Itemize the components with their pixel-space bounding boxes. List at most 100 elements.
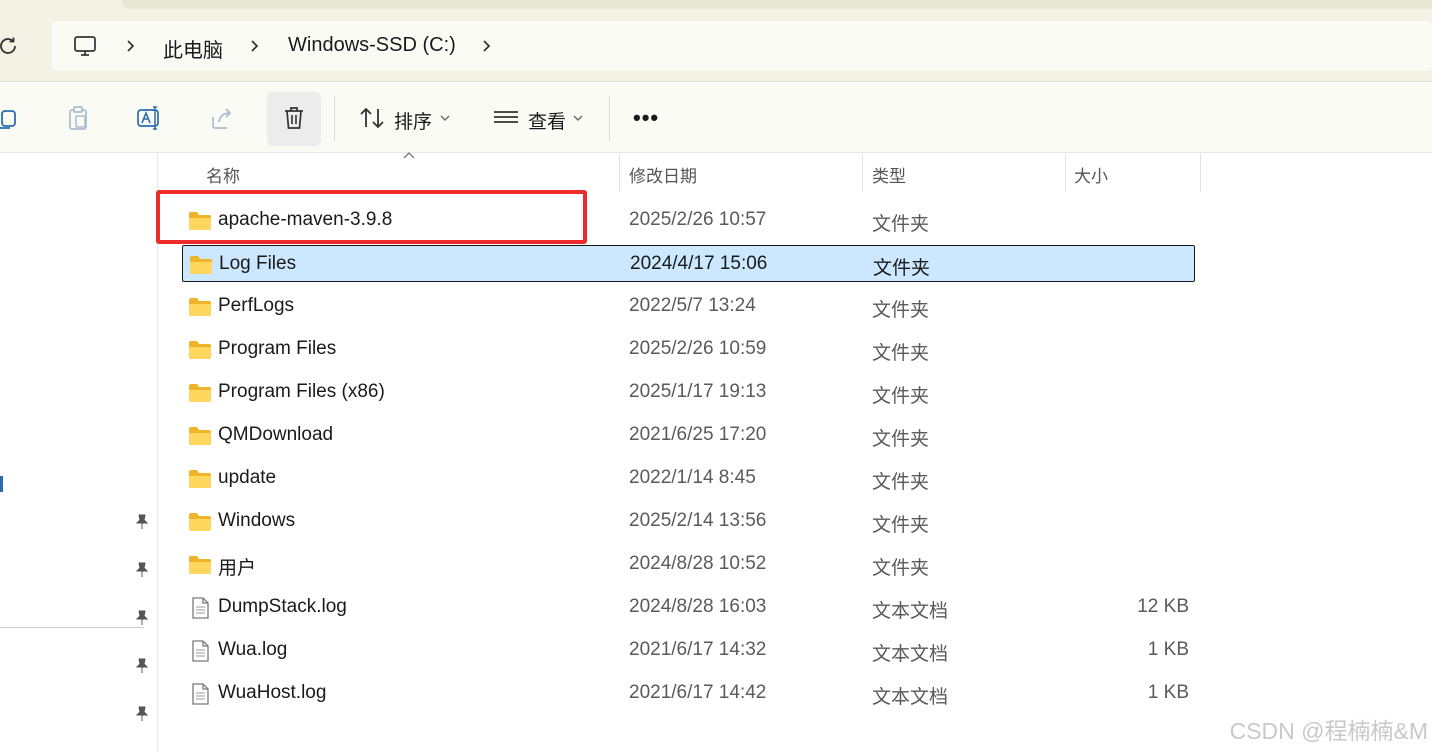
folder-icon bbox=[188, 296, 212, 318]
nav-selection-indicator bbox=[0, 476, 3, 492]
view-icon[interactable] bbox=[491, 103, 521, 133]
tab-strip bbox=[122, 0, 1432, 9]
folder-icon bbox=[188, 511, 212, 533]
file-row[interactable]: QMDownload 2021/6/25 17:20 文件夹 bbox=[182, 417, 1195, 454]
file-row[interactable]: Windows 2025/2/14 13:56 文件夹 bbox=[182, 503, 1195, 540]
file-modified-date: 2024/8/28 16:03 bbox=[629, 596, 767, 617]
watermark: CSDN @程楠楠&M bbox=[1229, 718, 1428, 744]
view-button[interactable]: 查看 bbox=[528, 107, 566, 134]
toolbar-divider bbox=[609, 97, 610, 141]
folder-icon bbox=[188, 339, 212, 361]
file-modified-date: 2025/2/26 10:59 bbox=[629, 338, 767, 359]
file-name: Wua.log bbox=[218, 639, 288, 660]
text-file-icon bbox=[188, 683, 212, 705]
sort-button[interactable]: 排序 bbox=[394, 107, 432, 134]
file-modified-date: 2024/4/17 15:06 bbox=[630, 253, 768, 274]
file-type: 文件夹 bbox=[872, 472, 930, 493]
file-type: 文本文档 bbox=[872, 687, 949, 708]
title-area: 此电脑 Windows-SSD (C:) bbox=[0, 0, 1432, 82]
chevron-right-icon[interactable] bbox=[478, 36, 496, 56]
file-type: 文件夹 bbox=[872, 214, 930, 235]
file-modified-date: 2021/6/17 14:42 bbox=[629, 682, 767, 703]
pin-icon[interactable] bbox=[133, 561, 151, 579]
folder-icon bbox=[189, 254, 213, 276]
file-modified-date: 2022/1/14 8:45 bbox=[629, 467, 756, 488]
column-divider[interactable] bbox=[619, 154, 620, 192]
file-name: 用户 bbox=[218, 558, 257, 579]
pin-icon[interactable] bbox=[133, 705, 151, 723]
column-header-type[interactable]: 类型 bbox=[872, 162, 906, 187]
chevron-right-icon[interactable] bbox=[122, 36, 140, 56]
file-name: QMDownload bbox=[218, 424, 334, 445]
file-name: PerfLogs bbox=[218, 295, 295, 316]
file-type: 文本文档 bbox=[872, 644, 949, 665]
more-options-button[interactable]: ••• bbox=[633, 105, 659, 131]
file-modified-date: 2025/1/17 19:13 bbox=[629, 381, 767, 402]
trash-icon[interactable] bbox=[279, 103, 309, 133]
file-row[interactable]: update 2022/1/14 8:45 文件夹 bbox=[182, 460, 1195, 497]
file-type: 文本文档 bbox=[872, 601, 949, 622]
file-row[interactable]: Program Files (x86) 2025/1/17 19:13 文件夹 bbox=[182, 374, 1195, 411]
file-name: WuaHost.log bbox=[218, 682, 327, 703]
sort-icon[interactable] bbox=[357, 103, 387, 133]
file-name: DumpStack.log bbox=[218, 596, 347, 617]
pin-icon[interactable] bbox=[133, 609, 151, 627]
column-divider[interactable] bbox=[862, 154, 863, 192]
file-type: 文件夹 bbox=[872, 386, 930, 407]
chevron-down-icon[interactable] bbox=[439, 112, 451, 124]
nav-divider bbox=[0, 627, 144, 628]
file-name: Program Files bbox=[218, 338, 337, 359]
share-icon[interactable] bbox=[207, 103, 237, 133]
file-row[interactable]: PerfLogs 2022/5/7 13:24 文件夹 bbox=[182, 288, 1195, 325]
address-bar[interactable]: 此电脑 Windows-SSD (C:) bbox=[52, 21, 1432, 71]
column-header-size[interactable]: 大小 bbox=[1074, 162, 1108, 187]
file-size: 1 KB bbox=[1147, 682, 1189, 703]
file-type: 文件夹 bbox=[872, 558, 930, 579]
file-name: Log Files bbox=[219, 253, 297, 274]
column-header-modified[interactable]: 修改日期 bbox=[629, 162, 697, 187]
file-size: 12 KB bbox=[1137, 596, 1189, 617]
column-header-name[interactable]: 名称 bbox=[206, 162, 240, 187]
breadcrumb-root[interactable]: 此电脑 bbox=[163, 34, 223, 63]
file-modified-date: 2025/2/14 13:56 bbox=[629, 510, 767, 531]
file-row[interactable]: Wua.log 2021/6/17 14:32 文本文档 1 KB bbox=[182, 632, 1195, 669]
column-divider[interactable] bbox=[1065, 154, 1066, 192]
file-type: 文件夹 bbox=[872, 515, 930, 536]
file-type: 文件夹 bbox=[872, 343, 930, 364]
file-modified-date: 2021/6/25 17:20 bbox=[629, 424, 767, 445]
file-type: 文件夹 bbox=[872, 429, 930, 450]
file-name: Program Files (x86) bbox=[218, 381, 385, 402]
file-modified-date: 2022/5/7 13:24 bbox=[629, 295, 756, 316]
copy-icon[interactable] bbox=[0, 103, 22, 133]
breadcrumb-drive[interactable]: Windows-SSD (C:) bbox=[288, 34, 456, 57]
file-name: update bbox=[218, 467, 277, 488]
computer-icon[interactable] bbox=[72, 33, 98, 59]
column-divider[interactable] bbox=[1200, 154, 1201, 192]
text-file-icon bbox=[188, 597, 212, 619]
command-bar: 排序 查看 ••• bbox=[0, 83, 1432, 153]
text-file-icon bbox=[188, 640, 212, 662]
file-row[interactable]: 用户 2024/8/28 10:52 文件夹 bbox=[182, 546, 1195, 583]
pin-icon[interactable] bbox=[133, 513, 151, 531]
file-row[interactable]: Log Files 2024/4/17 15:06 文件夹 bbox=[182, 245, 1195, 282]
file-name: Windows bbox=[218, 510, 296, 531]
file-size: 1 KB bbox=[1147, 639, 1189, 660]
file-row[interactable]: Program Files 2025/2/26 10:59 文件夹 bbox=[182, 331, 1195, 368]
file-row[interactable]: WuaHost.log 2021/6/17 14:42 文本文档 1 KB bbox=[182, 675, 1195, 712]
refresh-icon[interactable] bbox=[0, 34, 20, 58]
file-modified-date: 2025/2/26 10:57 bbox=[629, 209, 767, 230]
file-modified-date: 2024/8/28 10:52 bbox=[629, 553, 767, 574]
file-type: 文件夹 bbox=[873, 258, 931, 279]
toolbar-divider bbox=[334, 97, 335, 141]
folder-icon bbox=[188, 382, 212, 404]
folder-icon bbox=[188, 554, 212, 576]
file-row[interactable]: DumpStack.log 2024/8/28 16:03 文本文档 12 KB bbox=[182, 589, 1195, 626]
paste-icon[interactable] bbox=[63, 103, 93, 133]
pin-icon[interactable] bbox=[133, 657, 151, 675]
file-type: 文件夹 bbox=[872, 300, 930, 321]
chevron-right-icon[interactable] bbox=[246, 36, 264, 56]
file-modified-date: 2021/6/17 14:32 bbox=[629, 639, 767, 660]
folder-icon bbox=[188, 468, 212, 490]
chevron-down-icon[interactable] bbox=[572, 112, 584, 124]
rename-icon[interactable] bbox=[134, 103, 164, 133]
